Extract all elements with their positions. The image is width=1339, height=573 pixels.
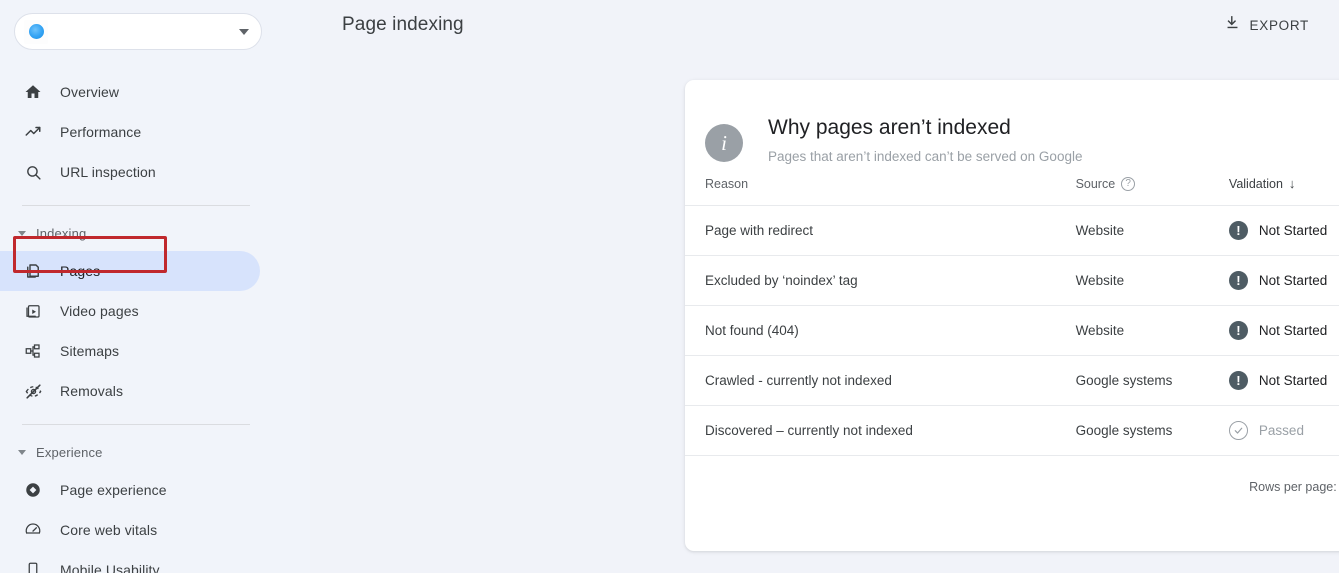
chevron-down-icon [18, 230, 26, 236]
sidebar-item-label: Performance [60, 124, 142, 140]
column-header-reason[interactable]: Reason [685, 176, 1076, 206]
table-row[interactable]: Excluded by ‘noindex’ tag Website! Not Sta… [685, 255, 1339, 306]
sidebar: Overview Performance URL inspection Inde… [0, 0, 310, 573]
table-header-row: Reason Source ? Validation ↓ [685, 176, 1339, 206]
table-row[interactable]: Page with redirectWebsite!Not Started10 [685, 205, 1339, 256]
primary-nav: Overview Performance URL inspection Inde… [0, 72, 310, 573]
status-badge: Not Started [1258, 223, 1328, 238]
sidebar-item-label: URL inspection [60, 164, 156, 180]
top-bar: Page indexing EXPORT [310, 0, 1339, 50]
card-title: Why pages aren’t indexed [768, 116, 1011, 139]
property-selector[interactable] [14, 13, 262, 50]
column-label-reason: Reason [705, 177, 749, 191]
cell-validation: Passed [1228, 405, 1339, 456]
sidebar-item-label: Video pages [60, 303, 139, 319]
page-title: Page indexing [342, 14, 464, 35]
export-label: EXPORT [1249, 17, 1309, 33]
cell-validation: ! Not Started [1228, 305, 1339, 356]
download-icon [1224, 14, 1241, 36]
sidebar-item-video-pages[interactable]: Video pages [0, 291, 260, 331]
chevron-down-icon [18, 449, 26, 455]
cell-source: Website [1075, 305, 1229, 356]
sort-desc-arrow-icon[interactable]: ↓ [1289, 176, 1296, 191]
sidebar-item-removals[interactable]: Removals [0, 371, 260, 411]
sidebar-item-sitemaps[interactable]: Sitemaps [0, 331, 260, 371]
cell-validation: ! Not Started [1228, 255, 1339, 306]
table-pagination: Rows per page: 10 1-5 of 5 [685, 456, 1339, 518]
sidebar-section-indexing[interactable]: Indexing [0, 215, 310, 251]
sidebar-item-label: Core web vitals [60, 522, 158, 538]
rows-per-page-label: Rows per page: [1249, 480, 1337, 494]
chevron-down-icon[interactable] [239, 28, 249, 35]
status-badge: Not Started [1258, 323, 1328, 338]
sidebar-item-label: Page experience [60, 482, 167, 498]
export-button[interactable]: EXPORT [1216, 8, 1317, 42]
column-label-source: Source [1075, 177, 1116, 191]
column-label-validation: Validation [1228, 176, 1283, 191]
cell-reason[interactable]: Page with redirect [685, 205, 1076, 256]
help-icon[interactable]: ? [1121, 177, 1136, 191]
sidebar-section-experience[interactable]: Experience [0, 434, 310, 470]
cell-reason[interactable]: Excluded by ‘noindex’ tag [685, 255, 1076, 306]
search-icon [22, 164, 44, 181]
pages-icon [22, 262, 44, 280]
mobile-icon [22, 561, 44, 573]
sidebar-divider [22, 205, 250, 206]
info-icon: i [705, 124, 743, 162]
sidebar-divider-2 [22, 424, 250, 425]
eye-off-icon [22, 382, 44, 401]
column-header-source[interactable]: Source ? [1075, 176, 1229, 206]
sidebar-item-label: Overview [60, 84, 120, 100]
video-icon [22, 302, 44, 320]
status-badge: Passed [1258, 423, 1304, 438]
search-console-page: Overview Performance URL inspection Inde… [0, 0, 1339, 573]
sidebar-item-url-inspection[interactable]: URL inspection [0, 152, 260, 192]
table-body: Page with redirectWebsite!Not Started10E… [685, 205, 1339, 456]
why-pages-arent-indexed-card: i Why pages aren’t indexed Pages that ar… [685, 80, 1339, 551]
indexing-reasons-table: Reason Source ? Validation ↓ Page with r… [685, 176, 1339, 456]
status-error-icon: ! [1228, 271, 1248, 290]
card-header: i Why pages aren’t indexed Pages that ar… [685, 80, 1339, 176]
cell-source: Website [1075, 205, 1229, 256]
sidebar-section-label: Experience [36, 444, 103, 460]
status-error-icon: ! [1228, 371, 1248, 390]
sidebar-item-core-web-vitals[interactable]: Core web vitals [0, 510, 260, 550]
cell-validation: ! Not Started [1228, 205, 1339, 256]
card-subtitle: Pages that aren’t indexed can’t be serve… [768, 149, 1083, 164]
cell-reason[interactable]: Discovered – currently not indexed [685, 405, 1076, 456]
status-error-icon: ! [1228, 321, 1248, 340]
sidebar-item-page-experience[interactable]: Page experience [0, 470, 260, 510]
main-content: Page indexing EXPORT i Why pages aren’t … [310, 0, 1339, 573]
sidebar-item-performance[interactable]: Performance [0, 112, 260, 152]
sidebar-item-overview[interactable]: Overview [0, 72, 260, 112]
status-badge: Not Started [1258, 273, 1328, 288]
table-row[interactable]: Discovered – currently not indexed Google… [685, 405, 1339, 456]
column-header-validation[interactable]: Validation ↓ [1228, 176, 1339, 206]
cell-source: Google systems [1075, 405, 1229, 456]
cell-reason[interactable]: Crawled - currently not indexed [685, 355, 1076, 406]
status-error-icon: ! [1228, 221, 1248, 240]
table-row[interactable]: Crawled - currently not indexed Google sy… [685, 355, 1339, 406]
table-header: Reason Source ? Validation ↓ [685, 176, 1339, 206]
cell-reason[interactable]: Not found (404) [685, 305, 1076, 356]
sidebar-item-label: Mobile Usability [60, 562, 160, 573]
sitemap-icon [22, 342, 44, 360]
status-badge: Not Started [1258, 373, 1328, 388]
site-favicon [24, 19, 48, 44]
home-icon [22, 83, 44, 101]
sidebar-item-mobile-usability[interactable]: Mobile Usability [0, 550, 260, 573]
cell-source: Google systems [1075, 355, 1229, 406]
sidebar-item-label: Pages [60, 263, 101, 279]
cell-source: Website [1075, 255, 1229, 306]
sidebar-item-label: Removals [60, 383, 124, 399]
speedometer-icon [22, 521, 44, 539]
status-passed-icon [1228, 421, 1248, 440]
cell-validation: ! Not Started [1228, 355, 1339, 406]
table-row[interactable]: Not found (404)Website!Not Started5 [685, 305, 1339, 356]
trending-up-icon [22, 123, 44, 141]
sidebar-item-pages[interactable]: Pages [0, 251, 260, 291]
page-experience-icon [22, 481, 44, 499]
sidebar-section-label: Indexing [36, 225, 87, 241]
sidebar-item-label: Sitemaps [60, 343, 120, 359]
